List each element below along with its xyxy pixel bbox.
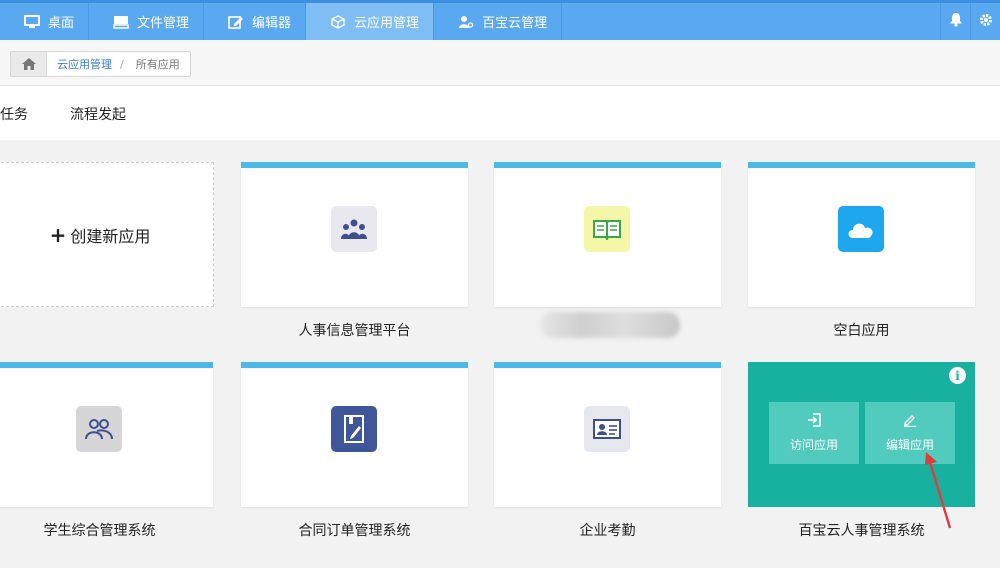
info-icon[interactable]: i [949, 367, 966, 384]
arrow-annotation-icon [925, 452, 952, 529]
create-app-button[interactable]: + 创建新应用 [0, 162, 214, 307]
breadcrumb-parent[interactable]: 云应用管理 [47, 56, 118, 72]
top-nav: 桌面 文件管理 编辑器 云应用管理 百宝云管理 [0, 0, 1000, 40]
nav-item-label: 文件管理 [137, 16, 190, 31]
app-card-attendance[interactable] [494, 362, 721, 507]
gear-icon [979, 12, 993, 31]
id-card-icon [584, 406, 630, 452]
cube-icon [330, 14, 346, 29]
nav-item-label: 编辑器 [252, 16, 292, 31]
app-label: 合同订单管理系统 [298, 523, 411, 539]
nav-item-editor[interactable]: 编辑器 [204, 3, 307, 40]
breadcrumb-separator: / [120, 57, 124, 71]
sign-in-icon [807, 413, 821, 430]
app-card-student[interactable] [0, 362, 213, 507]
tab-process-start[interactable]: 流程发起 [70, 104, 126, 124]
nav-item-label: 百宝云管理 [482, 16, 548, 31]
nav-item-label: 云应用管理 [354, 16, 420, 31]
pencil-icon [903, 413, 917, 430]
nav-item-label: 桌面 [48, 16, 75, 31]
visit-app-label: 访问应用 [789, 438, 838, 452]
breadcrumb: 云应用管理 / 所有应用 [10, 51, 191, 77]
nav-right-tools [940, 3, 1000, 40]
app-label: 企业考勤 [579, 523, 636, 539]
tab-tasks[interactable]: 办任务 [0, 104, 28, 124]
app-card-blank[interactable] [748, 162, 975, 307]
notifications-button[interactable] [940, 3, 970, 40]
app-card-hr-info[interactable] [241, 162, 468, 307]
home-icon [21, 55, 36, 74]
people-group-icon [331, 206, 377, 252]
app-label: 人事信息管理平台 [298, 323, 411, 339]
cloud-icon [838, 206, 884, 252]
users-icon [76, 406, 122, 452]
user-gear-icon [458, 15, 474, 29]
tab-bar: 办任务 流程发起 [0, 86, 1000, 140]
app-card-contract[interactable] [241, 362, 468, 507]
app-card-book[interactable] [494, 162, 721, 307]
nav-item-desktop[interactable]: 桌面 [0, 3, 90, 40]
nav-item-baibao-cloud[interactable]: 百宝云管理 [434, 3, 563, 40]
desktop-icon [24, 14, 40, 29]
visit-app-button[interactable]: 访问应用 [769, 402, 859, 464]
create-app-label: 创建新应用 [70, 226, 151, 246]
bell-icon [949, 12, 963, 31]
app-label: 空白应用 [833, 323, 890, 339]
app-label-blurred [540, 312, 680, 338]
home-button[interactable] [11, 52, 47, 76]
breadcrumb-bar: 云应用管理 / 所有应用 [0, 40, 1000, 86]
breadcrumb-current: 所有应用 [135, 58, 180, 71]
nav-item-file-manage[interactable]: 文件管理 [89, 3, 205, 40]
settings-button[interactable] [970, 3, 1000, 40]
plus-icon: + [49, 222, 67, 247]
nav-item-cloud-app[interactable]: 云应用管理 [306, 3, 435, 40]
book-icon [584, 206, 630, 252]
edit-icon [228, 15, 244, 29]
notebook-pen-icon [331, 406, 377, 452]
file-manage-icon [113, 15, 129, 29]
app-label: 学生综合管理系统 [43, 523, 156, 539]
